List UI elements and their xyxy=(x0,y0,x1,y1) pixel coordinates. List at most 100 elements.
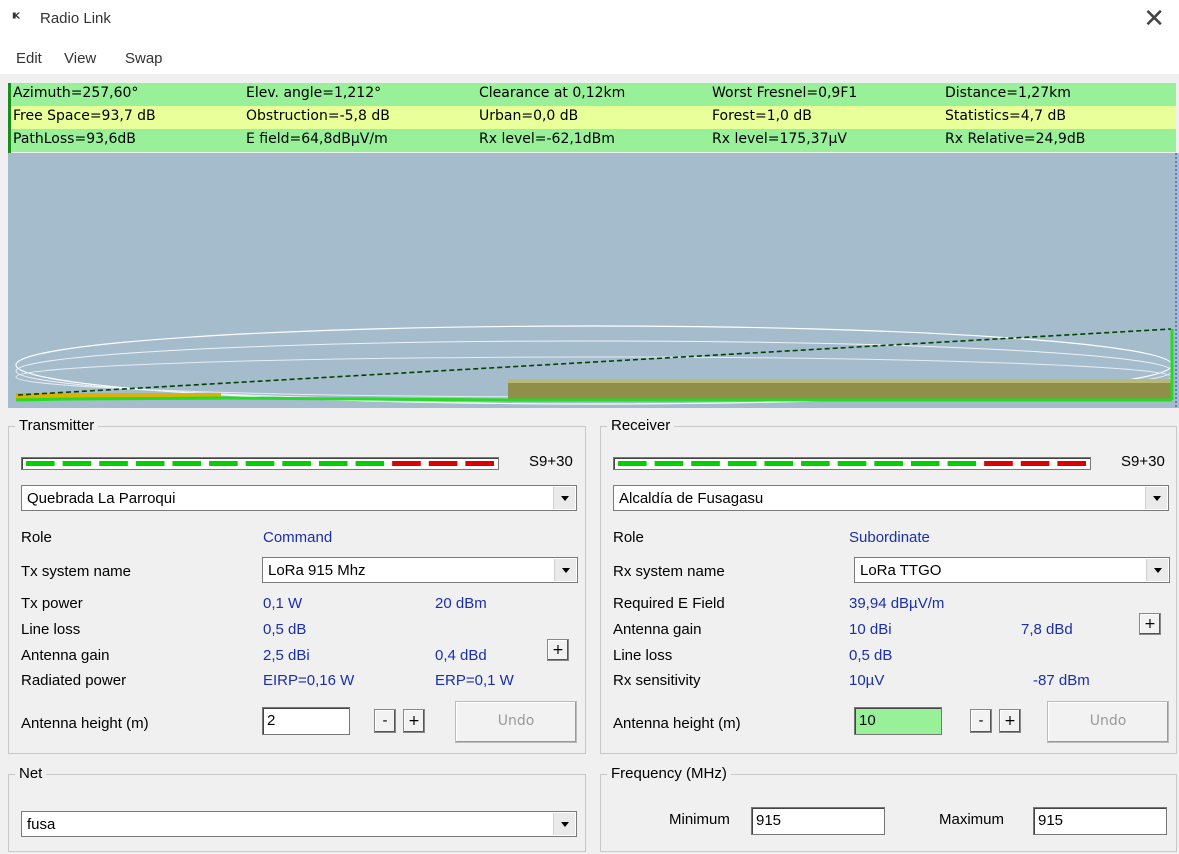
tx-gain-plus-button[interactable]: + xyxy=(547,639,569,661)
chevron-down-icon[interactable] xyxy=(553,487,575,509)
stat-forest: Forest=1,0 dB xyxy=(712,108,812,124)
tx-eirp: EIRP=0,16 W xyxy=(263,672,355,689)
tx-height-value: 2 xyxy=(267,712,276,729)
rx-sensitivity-dbm: -87 dBm xyxy=(1033,672,1090,689)
frequency-min-input[interactable]: 915 xyxy=(751,807,885,835)
tx-meter-bars xyxy=(26,461,494,466)
rx-gain-plus-button[interactable]: + xyxy=(1139,613,1161,635)
rx-sensitivity-uv: 10µV xyxy=(849,672,885,689)
meter-segment-green xyxy=(209,461,238,466)
meter-segment-green xyxy=(654,461,684,466)
meter-segment-red xyxy=(428,461,458,466)
rx-meter-bars xyxy=(618,461,1086,466)
tx-gain-label: Antenna gain xyxy=(21,647,110,664)
meter-segment-green xyxy=(947,461,977,466)
tx-power-watts: 0,1 W xyxy=(263,595,303,612)
stat-urban: Urban=0,0 dB xyxy=(479,108,579,124)
tx-height-plus-button[interactable]: + xyxy=(403,709,425,733)
meter-segment-green xyxy=(618,461,647,466)
meter-segment-green xyxy=(62,461,92,466)
rx-system-select[interactable]: LoRa TTGO xyxy=(854,557,1170,583)
stat-row: Azimuth=257,60° Elev. angle=1,212° Clear… xyxy=(11,83,1176,106)
stat-rx-level-uv: Rx level=175,37µV xyxy=(712,131,847,147)
stat-azimuth: Azimuth=257,60° xyxy=(13,85,139,101)
rx-height-plus-button[interactable]: + xyxy=(999,709,1021,733)
transmitter-group: Transmitter S9+30 Quebrada La Parroqui R… xyxy=(8,417,586,754)
menu-edit[interactable]: Edit xyxy=(16,50,42,67)
meter-segment-green xyxy=(135,461,165,466)
rx-efield-label: Required E Field xyxy=(613,595,725,612)
stat-worst-fresnel: Worst Fresnel=0,9F1 xyxy=(712,85,858,101)
net-title: Net xyxy=(15,765,47,782)
stat-path-loss: PathLoss=93,6dB xyxy=(13,131,136,147)
meter-segment-red xyxy=(1020,461,1050,466)
tx-line-loss-label: Line loss xyxy=(21,621,81,638)
meter-segment-green xyxy=(355,461,385,466)
rx-height-value: 10 xyxy=(859,712,876,729)
tx-erp: ERP=0,1 W xyxy=(435,672,514,689)
stat-rx-level-dbm: Rx level=-62,1dBm xyxy=(479,131,615,147)
meter-segment-red xyxy=(1057,461,1086,466)
tx-role-label: Role xyxy=(21,529,52,546)
close-icon[interactable]: ✕ xyxy=(1143,4,1165,34)
tx-line-loss-value: 0,5 dB xyxy=(263,621,307,638)
title-bar: ᴵᴷ Radio Link ✕ xyxy=(0,0,1179,40)
tx-power-label: Tx power xyxy=(21,595,83,612)
rx-line-loss-value: 0,5 dB xyxy=(849,647,893,664)
rx-site-select[interactable]: Alcaldía de Fusagasu xyxy=(613,485,1169,511)
net-select[interactable]: fusa xyxy=(21,811,577,837)
tx-system-value: LoRa 915 Mhz xyxy=(268,562,366,579)
tx-height-input[interactable]: 2 xyxy=(262,707,350,735)
meter-segment-green xyxy=(764,461,794,466)
meter-segment-green xyxy=(318,461,348,466)
meter-segment-green xyxy=(26,461,55,466)
chevron-down-icon[interactable] xyxy=(553,813,575,835)
rx-role-value: Subordinate xyxy=(849,529,930,546)
tx-role-value: Command xyxy=(263,529,333,546)
forest-top xyxy=(508,379,1172,383)
chevron-down-icon[interactable] xyxy=(554,559,576,581)
profile-sky xyxy=(8,153,1179,408)
rx-height-minus-button[interactable]: - xyxy=(970,709,992,733)
rx-gain-label: Antenna gain xyxy=(613,621,702,638)
receiver-group: Receiver S9+30 Alcaldía de Fusagasu Role… xyxy=(600,417,1177,754)
rx-height-label: Antenna height (m) xyxy=(613,715,741,732)
tx-system-label: Tx system name xyxy=(21,563,132,580)
chevron-down-icon[interactable] xyxy=(1145,487,1167,509)
meter-segment-green xyxy=(99,461,128,466)
tx-height-label: Antenna height (m) xyxy=(21,715,149,732)
tx-site-select[interactable]: Quebrada La Parroqui xyxy=(21,485,577,511)
frequency-min-value: 915 xyxy=(756,812,782,829)
tx-gain-dbd: 0,4 dBd xyxy=(435,647,487,664)
meter-segment-green xyxy=(874,461,903,466)
meter-segment-green xyxy=(837,461,867,466)
meter-segment-green xyxy=(245,461,275,466)
meter-segment-green xyxy=(910,461,940,466)
frequency-max-input[interactable]: 915 xyxy=(1033,807,1167,835)
tx-system-select[interactable]: LoRa 915 Mhz xyxy=(262,557,578,583)
menu-swap[interactable]: Swap xyxy=(125,50,163,67)
menu-bar: Edit View Swap xyxy=(0,40,1179,74)
chevron-down-icon[interactable] xyxy=(1146,559,1168,581)
tx-undo-button[interactable]: Undo xyxy=(455,701,577,743)
frequency-max-label: Maximum xyxy=(939,811,1005,828)
meter-segment-red xyxy=(392,461,421,466)
tx-gain-dbi: 2,5 dBi xyxy=(263,647,310,664)
rx-system-label: Rx system name xyxy=(613,563,725,580)
meter-segment-red xyxy=(465,461,494,466)
rx-gain-dbi: 10 dBi xyxy=(849,621,892,638)
frequency-min-label: Minimum xyxy=(669,811,730,828)
rx-undo-button[interactable]: Undo xyxy=(1047,701,1169,743)
menu-view[interactable]: View xyxy=(64,50,96,67)
stat-row: Free Space=93,7 dB Obstruction=-5,8 dB U… xyxy=(11,106,1176,129)
frequency-max-value: 915 xyxy=(1038,812,1064,829)
rx-height-input[interactable]: 10 xyxy=(854,707,942,735)
radio-link-app-icon: ᴵᴷ xyxy=(12,11,20,27)
rx-gain-dbd: 7,8 dBd xyxy=(1021,621,1073,638)
stat-free-space: Free Space=93,7 dB xyxy=(13,108,156,124)
tx-radiated-label: Radiated power xyxy=(21,672,127,689)
path-profile-view[interactable] xyxy=(8,153,1179,408)
tx-height-minus-button[interactable]: - xyxy=(374,709,396,733)
tx-site-value: Quebrada La Parroqui xyxy=(27,490,176,507)
stat-statistics: Statistics=4,7 dB xyxy=(945,108,1066,124)
